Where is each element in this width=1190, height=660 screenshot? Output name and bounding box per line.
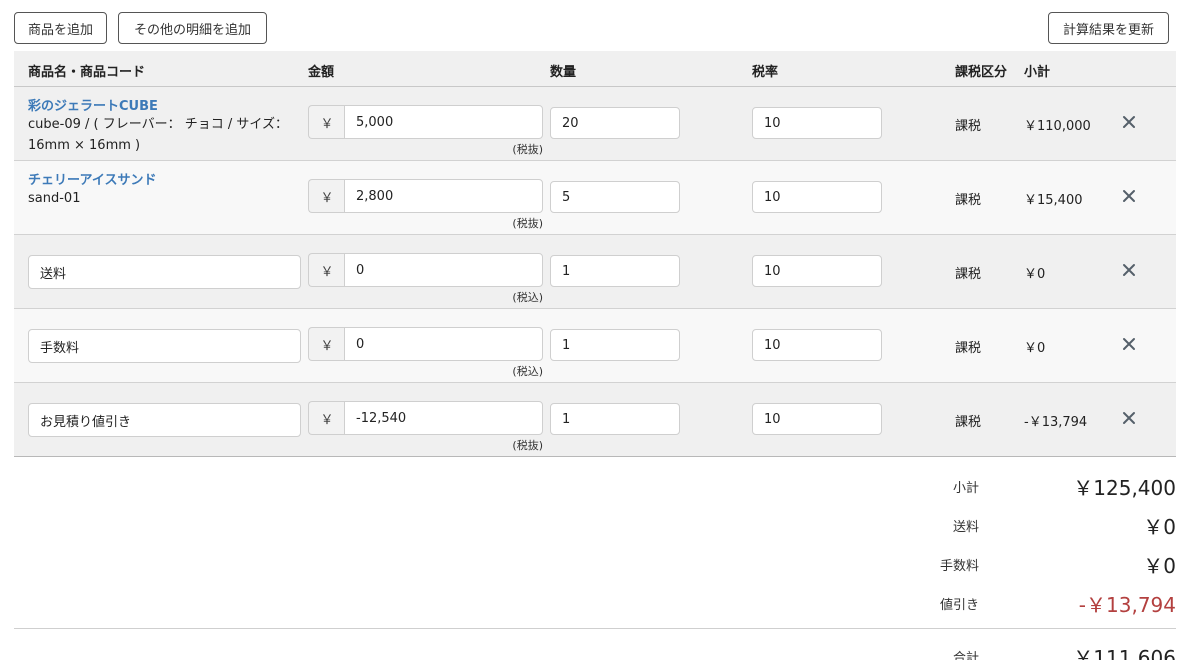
amount-field: ￥ 0 [308, 253, 543, 287]
add-product-button[interactable]: 商品を追加 [14, 12, 107, 44]
table-row: 手数料 ￥ 0 (税込) 1 10 課税 ￥0 [14, 309, 1176, 383]
close-icon[interactable] [1120, 113, 1138, 131]
yen-addon: ￥ [308, 253, 345, 287]
quantity-input[interactable]: 5 [550, 181, 680, 213]
amount-input[interactable]: 0 [344, 327, 543, 361]
yen-addon: ￥ [308, 327, 345, 361]
summary-fee-value: ￥0 [1143, 554, 1176, 578]
row-subtotal: ￥0 [1024, 341, 1046, 356]
yen-addon: ￥ [308, 179, 345, 213]
line-name-input[interactable]: 手数料 [28, 329, 301, 363]
tax-note: (税抜) [512, 217, 543, 230]
quantity-input[interactable]: 20 [550, 107, 680, 139]
close-icon[interactable] [1120, 187, 1138, 205]
tax-kind: 課税 [955, 267, 982, 282]
header-amount: 金額 [308, 65, 335, 80]
tax-note: (税込) [512, 365, 543, 378]
summary-total-label: 合計 [952, 651, 979, 660]
tax-rate-input[interactable]: 10 [752, 329, 882, 361]
header-subtotal: 小計 [1024, 65, 1051, 80]
tax-kind: 課税 [955, 341, 982, 356]
close-icon[interactable] [1120, 335, 1138, 353]
product-name-link[interactable]: 彩のジェラートCUBE [28, 95, 158, 114]
header-tax-kind: 課税区分 [955, 65, 1008, 80]
header-name: 商品名・商品コード [28, 65, 146, 80]
amount-field: ￥ 0 [308, 327, 543, 361]
line-name-input[interactable]: お見積り値引き [28, 403, 301, 437]
row-subtotal: ￥110,000 [1024, 119, 1091, 134]
table-header: 商品名・商品コード 金額 数量 税率 課税区分 小計 [14, 51, 1176, 87]
yen-addon: ￥ [308, 105, 345, 139]
table-row: 彩のジェラートCUBE cube-09 / ( フレーバー： チョコ / サイズ… [14, 87, 1176, 161]
summary-discount-label: 値引き [939, 598, 979, 613]
quantity-input[interactable]: 1 [550, 255, 680, 287]
tax-rate-input[interactable]: 10 [752, 181, 882, 213]
add-other-line-button[interactable]: その他の明細を追加 [118, 12, 267, 44]
tax-kind: 課税 [955, 119, 982, 134]
tax-rate-input[interactable]: 10 [752, 107, 882, 139]
amount-input[interactable]: 0 [344, 253, 543, 287]
line-name-input[interactable]: 送料 [28, 255, 301, 289]
update-calculation-button[interactable]: 計算結果を更新 [1048, 12, 1169, 44]
row-subtotal: -￥13,794 [1024, 415, 1088, 430]
tax-kind: 課税 [955, 415, 982, 430]
tax-note: (税抜) [512, 143, 543, 156]
summary-divider [14, 628, 1176, 629]
table-row: お見積り値引き ￥ -12,540 (税抜) 1 10 課税 -￥13,794 [14, 383, 1176, 457]
quantity-input[interactable]: 1 [550, 329, 680, 361]
quantity-input[interactable]: 1 [550, 403, 680, 435]
tax-rate-input[interactable]: 10 [752, 255, 882, 287]
tax-rate-input[interactable]: 10 [752, 403, 882, 435]
table-row: 送料 ￥ 0 (税込) 1 10 課税 ￥0 [14, 235, 1176, 309]
summary-subtotal-value: ￥125,400 [1073, 476, 1176, 500]
amount-input[interactable]: 2,800 [344, 179, 543, 213]
yen-addon: ￥ [308, 401, 345, 435]
table-row: チェリーアイスサンド sand-01 ￥ 2,800 (税抜) 5 10 課税 … [14, 161, 1176, 235]
amount-field: ￥ -12,540 [308, 401, 543, 435]
summary-shipping-value: ￥0 [1143, 515, 1176, 539]
tax-note: (税込) [512, 291, 543, 304]
product-code: cube-09 / ( フレーバー： チョコ / サイズ： 16mm × 16m… [28, 117, 288, 153]
row-subtotal: ￥0 [1024, 267, 1046, 282]
close-icon[interactable] [1120, 409, 1138, 427]
header-rate: 税率 [752, 65, 779, 80]
summary-fee-label: 手数料 [939, 559, 979, 574]
summary-shipping-label: 送料 [952, 520, 979, 535]
tax-kind: 課税 [955, 193, 982, 208]
summary-subtotal-label: 小計 [952, 481, 979, 496]
header-qty: 数量 [550, 65, 577, 80]
tax-note: (税抜) [512, 439, 543, 452]
product-name-link[interactable]: チェリーアイスサンド [28, 169, 156, 188]
amount-input[interactable]: 5,000 [344, 105, 543, 139]
summary-total-value: ￥111,606 [1073, 646, 1176, 660]
amount-input[interactable]: -12,540 [344, 401, 543, 435]
amount-field: ￥ 5,000 [308, 105, 543, 139]
product-code: sand-01 [28, 191, 81, 206]
amount-field: ￥ 2,800 [308, 179, 543, 213]
row-subtotal: ￥15,400 [1024, 193, 1083, 208]
summary-discount-value: -￥13,794 [1078, 593, 1176, 617]
close-icon[interactable] [1120, 261, 1138, 279]
